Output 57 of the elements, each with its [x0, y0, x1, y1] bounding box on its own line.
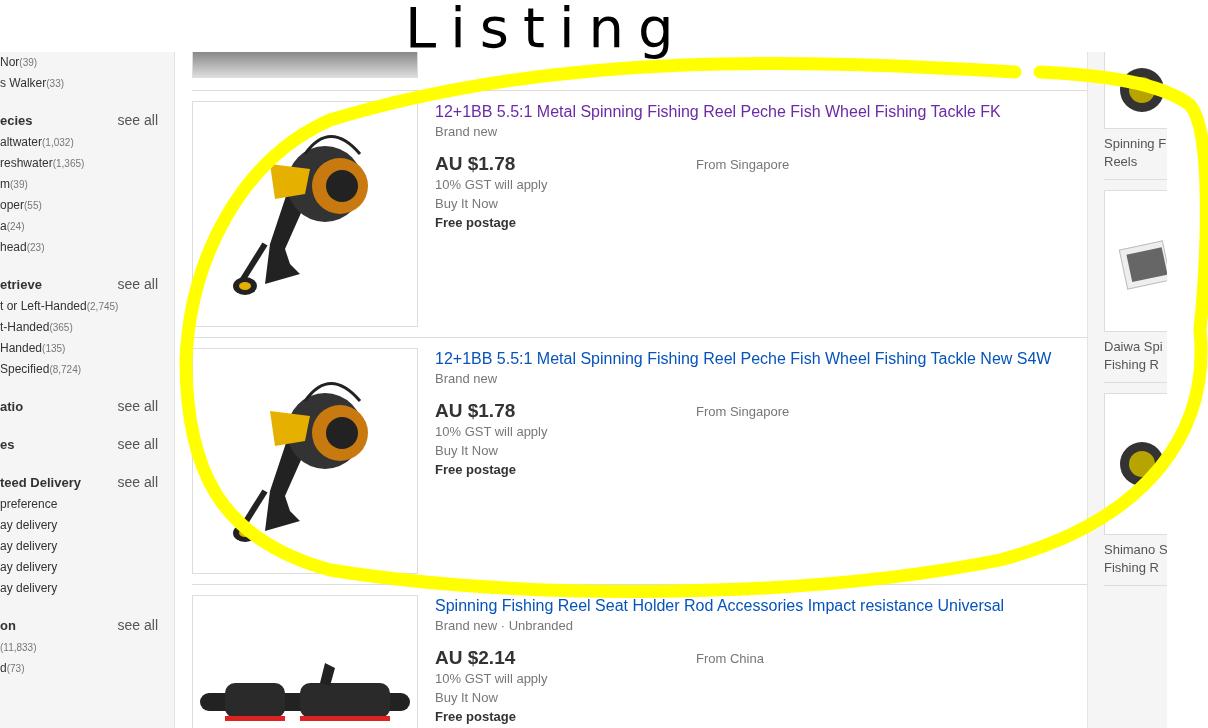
- related-item-title[interactable]: Daiwa Spi Fishing R: [1104, 338, 1167, 374]
- listing-title-link[interactable]: Spinning Fishing Reel Seat Holder Rod Accessories Impact resistance Universal: [435, 595, 1087, 617]
- listing-title-link[interactable]: 12+1BB 5.5:1 Metal Spinning Fishing Reel Peche Fish Wheel Fishing Tackle New S4W: [435, 348, 1087, 370]
- filter-heading: ecies: [0, 112, 33, 130]
- filter-option[interactable]: ay delivery: [0, 557, 158, 578]
- item-location: From China: [696, 651, 764, 668]
- postage-info: Free postage: [435, 214, 517, 232]
- item-price: AU $1.78: [435, 153, 517, 175]
- related-item-title[interactable]: Shimano S Fishing R: [1104, 541, 1167, 577]
- buying-format: Buy It Now: [435, 442, 499, 460]
- filter-option[interactable]: preference: [0, 494, 158, 515]
- see-all-link[interactable]: see all: [117, 108, 158, 132]
- buying-format: Buy It Now: [435, 195, 499, 213]
- filter-option[interactable]: (11,833): [0, 637, 158, 658]
- filter-option[interactable]: Handed(135): [0, 338, 158, 359]
- item-price: AU $2.14: [435, 647, 517, 669]
- filter-option[interactable]: Nor(39): [0, 52, 158, 73]
- filter-heading: teed Delivery: [0, 474, 81, 492]
- filter-option[interactable]: reshwater(1,365): [0, 153, 158, 174]
- see-all-link[interactable]: see all: [117, 432, 158, 456]
- filter-option[interactable]: head(23): [0, 237, 158, 258]
- related-item-title[interactable]: Spinning F Reels: [1104, 135, 1167, 171]
- item-condition: Brand new: [435, 124, 499, 139]
- filter-heading: etrieve: [0, 276, 42, 294]
- filter-option[interactable]: Specified(8,724): [0, 359, 158, 380]
- filter-heading: on: [0, 617, 16, 635]
- product-image[interactable]: [192, 101, 418, 327]
- tax-note: 10% GST will apply: [435, 176, 549, 194]
- item-location: From Singapore: [696, 404, 790, 421]
- see-all-link[interactable]: see all: [117, 272, 158, 296]
- item-location: From Singapore: [696, 157, 790, 174]
- tax-note: 10% GST will apply: [435, 670, 549, 688]
- postage-info: Free postage: [435, 708, 517, 726]
- filter-option[interactable]: t-Handed(365): [0, 317, 158, 338]
- buying-format: Buy It Now: [435, 689, 499, 707]
- item-condition: Brand new · Unbranded: [435, 618, 575, 633]
- listing-title-link[interactable]: 12+1BB 5.5:1 Metal Spinning Fishing Reel Peche Fish Wheel Fishing Tackle FK: [435, 101, 1087, 123]
- filter-heading: atio: [0, 398, 24, 416]
- item-condition: Brand new: [435, 371, 499, 386]
- filter-heading: es: [0, 436, 15, 454]
- see-all-link[interactable]: see all: [117, 470, 158, 494]
- product-image[interactable]: [192, 348, 418, 574]
- filter-option[interactable]: ay delivery: [0, 515, 158, 536]
- postage-info: Free postage: [435, 461, 517, 479]
- filter-option[interactable]: a(24): [0, 216, 158, 237]
- filter-option[interactable]: m(39): [0, 174, 158, 195]
- item-price: AU $1.78: [435, 400, 517, 422]
- filter-option[interactable]: ay delivery: [0, 578, 158, 599]
- filter-option[interactable]: d(73): [0, 658, 158, 679]
- filter-option[interactable]: ay delivery: [0, 536, 158, 557]
- tax-note: 10% GST will apply: [435, 423, 549, 441]
- filter-option[interactable]: altwater(1,032): [0, 132, 158, 153]
- filter-option[interactable]: oper(55): [0, 195, 158, 216]
- filter-option[interactable]: t or Left-Handed(2,745): [0, 296, 158, 317]
- see-all-link[interactable]: see all: [117, 613, 158, 637]
- filter-option[interactable]: s Walker(33): [0, 73, 158, 94]
- see-all-link[interactable]: see all: [117, 394, 158, 418]
